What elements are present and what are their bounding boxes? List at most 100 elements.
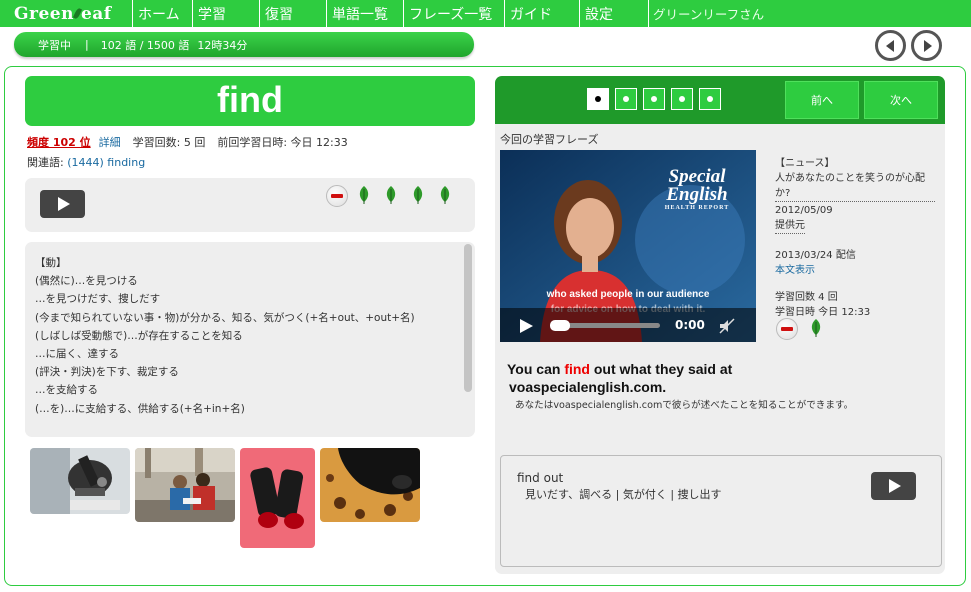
last-studied: 前回学習日時: 今日 12:33 — [217, 136, 348, 149]
definition-line: …を支給する — [35, 384, 98, 397]
nav-home[interactable]: ホーム — [133, 0, 193, 27]
logo-text: Green — [14, 3, 74, 24]
status-mode: 学習中 — [38, 38, 71, 52]
next-page-button[interactable] — [911, 30, 942, 61]
related-label: 関連語: — [27, 156, 64, 169]
news-info: 【ニュース】 人があなたのことを笑うのが心配か? 2012/05/09 提供元 … — [775, 156, 935, 320]
video-caption-1: who asked people in our audience — [546, 289, 710, 300]
students-image — [135, 448, 235, 522]
microscope-image — [30, 448, 130, 514]
thumbnail-dog[interactable] — [320, 448, 420, 522]
prev-phrase-button[interactable]: 前へ — [785, 81, 859, 119]
nav-study[interactable]: 学習 — [193, 0, 260, 27]
pager-dot-3[interactable] — [643, 88, 665, 110]
status-progress: 102 語 / 1500 語 — [100, 38, 190, 52]
thumbnail-binoculars[interactable] — [240, 448, 315, 548]
definition-line: (偶然に)…を見つける — [35, 275, 138, 288]
pager-dot-4[interactable] — [671, 88, 693, 110]
news-delivered: 2013/03/24 配信 — [775, 250, 856, 261]
leaf-icon — [359, 186, 369, 204]
video-mute-icon[interactable] — [718, 317, 736, 335]
word-meta: 頻度 102 位 詳細 学習回数: 5 回 前回学習日時: 今日 12:33 — [27, 134, 348, 150]
play-icon — [888, 479, 901, 493]
phrase-section-title: 今回の学習フレーズ — [500, 133, 599, 146]
news-fulltext-link[interactable]: 本文表示 — [775, 263, 935, 278]
arrow-right-icon — [923, 39, 932, 52]
binoculars-image — [240, 448, 315, 548]
remove-mastery-button[interactable] — [326, 185, 348, 207]
phrase-english: find out — [517, 471, 564, 485]
video-time: 0:00 — [675, 318, 705, 332]
phrase-japanese: 見いだす、調べる | 気が付く | 捜し出す — [525, 488, 722, 501]
definition-line: …に届く、達する — [35, 348, 119, 361]
sentence-highlight: find — [564, 361, 590, 377]
play-icon — [57, 197, 70, 211]
headword: find — [25, 76, 475, 126]
sentence-post: out what they said at — [589, 361, 733, 377]
minus-icon — [331, 194, 343, 198]
status-time: 12時34分 — [197, 38, 248, 52]
news-tag: 【ニュース】 — [775, 158, 835, 169]
prev-page-button[interactable] — [875, 30, 906, 61]
word-play-button[interactable] — [40, 190, 85, 218]
next-phrase-button[interactable]: 次へ — [864, 81, 938, 119]
definition-line: (しばしば受動態で)…が存在することを知る — [35, 329, 243, 342]
leaf-icon — [413, 186, 423, 204]
phrase-header: 前へ 次へ — [495, 76, 945, 124]
thumbnail-students[interactable] — [135, 448, 235, 522]
word-audio-panel — [25, 178, 475, 232]
news-provider: 提供元 — [775, 218, 805, 234]
thumbnail-microscope[interactable] — [30, 448, 130, 514]
app-logo[interactable]: Green eaf — [0, 0, 133, 27]
video-brand-sub: HEALTH REPORT — [664, 205, 730, 211]
video-play-icon[interactable] — [518, 318, 534, 334]
user-name: グリーンリーフさん — [653, 7, 765, 22]
leaf-icon — [440, 186, 450, 204]
sentence-line2: voaspecialenglish.com. — [509, 379, 667, 395]
phrase-study-count: 学習回数 4 回 — [775, 292, 838, 303]
definition-scrollbar[interactable] — [464, 244, 472, 392]
related-words: 関連語: (1444) finding — [27, 154, 145, 170]
frequency-rank[interactable]: 頻度 102 位 — [27, 134, 91, 150]
nav-word-list[interactable]: 単語一覧 — [327, 0, 404, 27]
pager-dot-1[interactable] — [587, 88, 609, 110]
sentence-translation: あなたはvoaspecialenglish.comで彼らが述べたことを知ることが… — [515, 400, 854, 411]
study-count: 学習回数: 5 回 — [132, 136, 206, 149]
phrase-card: find out 見いだす、調べる | 気が付く | 捜し出す — [500, 455, 942, 567]
sentence-pre: You can — [507, 361, 565, 377]
definition-line: (今まで知られていない事・物)が分かる、知る、気がつく(+名+out、+out+… — [35, 311, 415, 324]
nav-phrase-list[interactable]: フレーズ一覧 — [404, 0, 505, 27]
nav-review[interactable]: 復習 — [260, 0, 327, 27]
phrase-pager — [587, 88, 721, 110]
study-status-bar: 学習中 | 102 語 / 1500 語 12時34分 — [14, 32, 474, 57]
news-date: 2012/05/09 — [775, 205, 833, 216]
minus-icon — [781, 327, 793, 331]
top-nav: Green eaf ホーム 学習 復習 単語一覧 フレーズ一覧 ガイド 設定 グリ… — [0, 0, 971, 27]
video-controls: 0:00 — [500, 308, 756, 342]
dog-image — [320, 448, 420, 522]
definition-line: (評決・判決)を下す、裁定する — [35, 366, 179, 379]
phrase-play-button[interactable] — [871, 472, 916, 500]
video-brand-line2: English — [666, 184, 728, 205]
video-player[interactable]: Special English HEALTH REPORT who asked … — [500, 150, 756, 342]
video-progress-track[interactable] — [550, 320, 660, 331]
video-progress-thumb[interactable] — [550, 320, 570, 331]
status-separator: | — [85, 38, 89, 51]
definition-panel: 【動】 (偶然に)…を見つける …を見つけだす、捜しだす (今まで知られていない… — [25, 242, 475, 437]
phrase-study-when: 学習日時 今日 12:33 — [775, 307, 871, 318]
example-sentence: You can find out what they said at voasp… — [507, 360, 732, 396]
leaf-icon — [386, 186, 396, 204]
related-word-link[interactable]: (1444) finding — [67, 156, 145, 169]
pager-dot-5[interactable] — [699, 88, 721, 110]
pager-dot-2[interactable] — [615, 88, 637, 110]
definition-line: 【動】 — [35, 257, 67, 269]
details-link[interactable]: 詳細 — [99, 134, 121, 150]
definition-line: …を見つけだす、捜しだす — [35, 293, 161, 306]
nav-guide[interactable]: ガイド — [505, 0, 580, 27]
arrow-left-icon — [885, 39, 894, 52]
definition-line: (…を)…に支給する、供給する(+名+in+名) — [35, 402, 245, 415]
leaf-icon — [811, 319, 821, 337]
phrase-remove-button[interactable] — [776, 318, 798, 340]
nav-settings[interactable]: 設定 — [580, 0, 649, 27]
news-title[interactable]: 人があなたのことを笑うのが心配か? — [775, 171, 935, 202]
